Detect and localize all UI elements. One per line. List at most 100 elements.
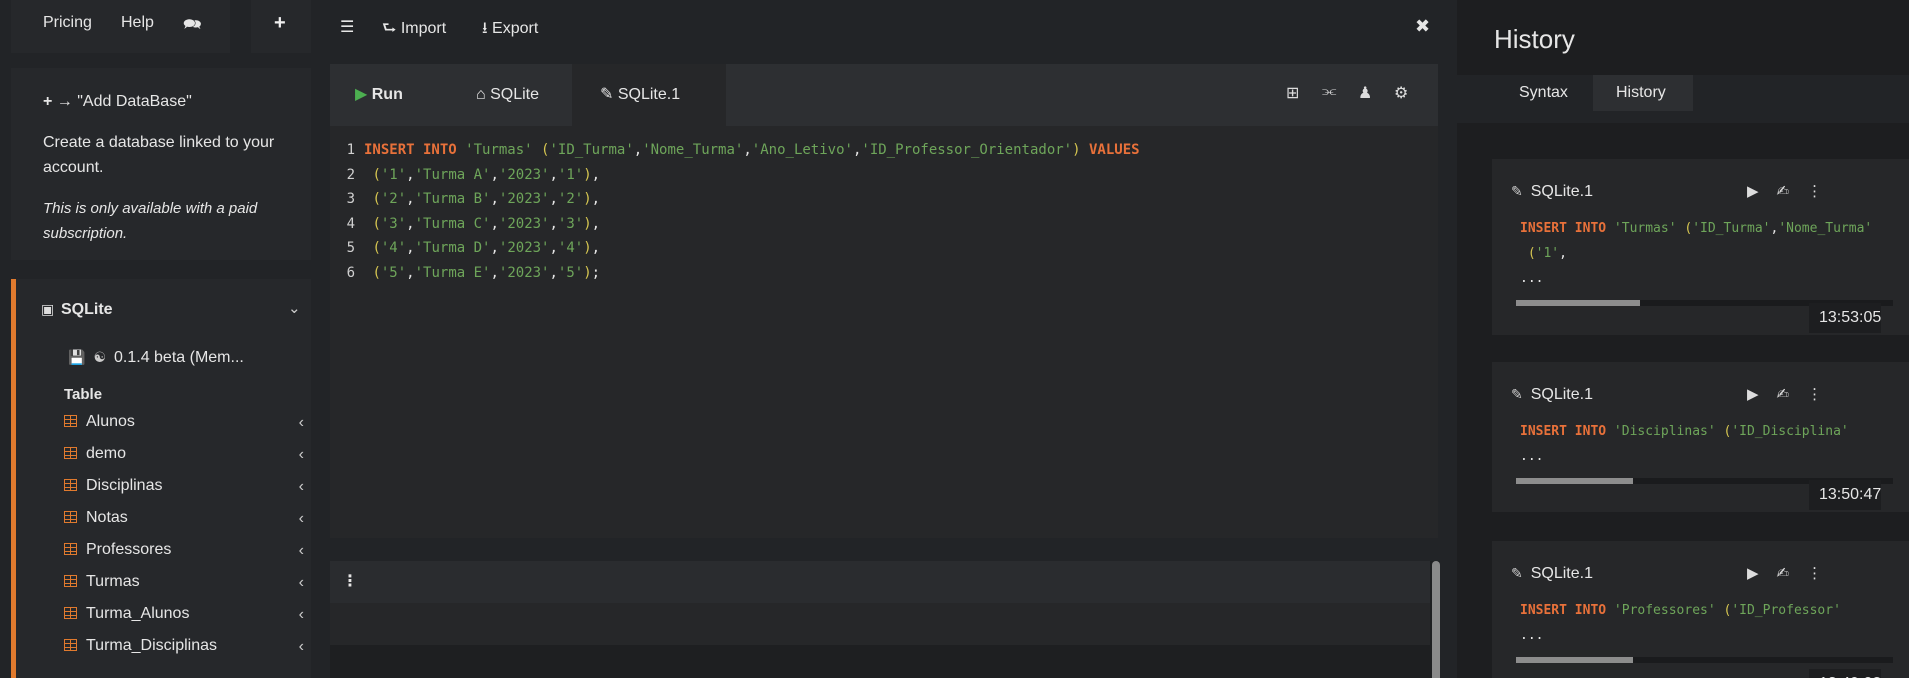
save-icon[interactable]: 💾: [68, 349, 85, 365]
edit-icon[interactable]: ✍: [1777, 183, 1790, 200]
tab-syntax[interactable]: Syntax: [1497, 75, 1605, 111]
history-actions: ▶ ✍ ⋮: [1747, 182, 1822, 200]
code-token: '2': [380, 191, 407, 207]
results-panel: ⋮: [330, 561, 1440, 678]
code-token: ): [583, 166, 592, 183]
code-token: 'Nome_Turma': [642, 142, 744, 158]
code-token: ...: [1520, 449, 1544, 464]
add-button[interactable]: +: [251, 0, 311, 53]
table-name: Turma_Alunos: [86, 605, 190, 622]
export-button[interactable]: ⭳ Export: [482, 17, 538, 44]
line-number: 3: [346, 191, 355, 207]
edit-icon[interactable]: ✍: [1777, 565, 1790, 582]
code-token: 'Turma C': [414, 215, 491, 232]
import-button[interactable]: ⮑ Import: [382, 17, 446, 44]
code-token: ): [583, 191, 592, 207]
menu-icon[interactable]: ☰: [340, 17, 354, 37]
close-icon[interactable]: ✖: [1415, 16, 1430, 37]
code-token: ,: [549, 166, 558, 183]
history-timestamp: 13:50:47: [1809, 480, 1882, 510]
history-tabs: Syntax History: [1457, 75, 1909, 123]
history-progress-fill: [1516, 300, 1641, 306]
more-vertical-icon[interactable]: ⋮: [1807, 565, 1822, 582]
line-number: 4: [346, 215, 355, 232]
play-icon[interactable]: ▶: [1747, 183, 1759, 200]
add-tab-icon[interactable]: ⊞: [1286, 83, 1299, 103]
left-sidebar: Pricing Help 🗪 + + → "Add DataBase" Crea…: [0, 0, 311, 678]
play-icon[interactable]: ▶: [1747, 386, 1759, 403]
results-toolbar: ⋮: [330, 561, 1430, 603]
help-link[interactable]: Help: [121, 14, 154, 32]
chevron-left-icon[interactable]: ‹: [299, 510, 304, 528]
gear-icon[interactable]: ⚙: [1394, 83, 1408, 103]
code-token: 'ID_Turma': [1692, 221, 1771, 236]
table-item[interactable]: Notas ‹: [64, 509, 304, 541]
chevron-left-icon[interactable]: ‹: [299, 574, 304, 592]
code-token: ;: [591, 264, 601, 281]
history-item-header: ✎ SQLite.1: [1511, 565, 1593, 583]
code-token: ...: [1520, 628, 1544, 643]
history-timestamp: 13:49:02: [1809, 669, 1882, 678]
history-progress-fill: [1516, 478, 1633, 484]
code-token: 'ID_Turma': [549, 142, 634, 158]
chevron-left-icon[interactable]: ‹: [299, 638, 304, 656]
history-sidebar: History Syntax History ✎ SQLite.1 ▶ ✍ ⋮ INSER…: [1457, 0, 1909, 678]
code-token: ): [583, 215, 592, 232]
code-token: '1': [557, 166, 584, 183]
code-token: '1': [1535, 246, 1560, 261]
share-icon[interactable]: ⫘: [1322, 83, 1336, 101]
table-item[interactable]: Turmas ‹: [64, 573, 304, 605]
chat-icon[interactable]: 🗪: [183, 14, 202, 39]
pricing-link[interactable]: Pricing: [43, 14, 92, 32]
schema-icon[interactable]: ☯: [93, 349, 106, 365]
code-token: '2023': [498, 215, 550, 232]
history-snippet-line: ...: [1520, 271, 1880, 286]
table-name: Alunos: [86, 413, 135, 430]
database-panel: ▣ SQLite ⌄ 💾 ☯ 0.1.4 beta (Mem... Table Alu…: [11, 279, 311, 678]
table-item[interactable]: Turma_Disciplinas ‹: [64, 637, 304, 669]
code-token: ,: [633, 142, 643, 158]
code-token: 'ID_Professor': [1731, 603, 1841, 618]
tab-history[interactable]: History: [1593, 75, 1693, 111]
table-item[interactable]: Turma_Alunos ‹: [64, 605, 304, 637]
code-token: '3': [557, 215, 584, 232]
user-icon[interactable]: ♟: [1358, 83, 1372, 103]
edit-icon[interactable]: ✍: [1777, 386, 1790, 403]
chevron-left-icon[interactable]: ‹: [299, 478, 304, 496]
chevron-left-icon[interactable]: ‹: [299, 414, 304, 432]
scrollbar[interactable]: [1432, 561, 1440, 678]
code-token: '2023': [498, 166, 550, 183]
more-vertical-icon[interactable]: ⋮: [1807, 386, 1822, 403]
code-token: (: [372, 240, 381, 256]
history-snippet-line: INSERT INTO 'Disciplinas' ('ID_Disciplin…: [1520, 424, 1880, 439]
table-item[interactable]: Disciplinas ‹: [64, 477, 304, 509]
history-actions: ▶ ✍ ⋮: [1747, 564, 1822, 582]
table-item[interactable]: demo ‹: [64, 445, 304, 477]
code-token: 'Turmas': [465, 142, 533, 158]
upload-icon: ⮑: [382, 20, 401, 37]
code-token: ): [1072, 142, 1081, 158]
code-token: ,: [549, 215, 558, 232]
more-vertical-icon[interactable]: ⋮: [342, 571, 358, 591]
chevron-left-icon[interactable]: ‹: [299, 606, 304, 624]
pencil-icon: ✎: [1511, 565, 1523, 581]
code-token: ,: [743, 142, 752, 158]
table-item[interactable]: Professores ‹: [64, 541, 304, 573]
tab-sqlite-1[interactable]: ✎ SQLite.1: [572, 64, 726, 126]
code-token: ,: [490, 240, 499, 256]
chevron-left-icon[interactable]: ‹: [299, 446, 304, 464]
table-item[interactable]: Alunos ‹: [64, 413, 304, 445]
top-toolbar: ☰ ⮑ Import ⭳ Export ✖: [330, 0, 1440, 55]
run-button[interactable]: ▶ Run: [355, 64, 403, 126]
chevron-left-icon[interactable]: ‹: [299, 542, 304, 560]
database-header[interactable]: ▣ SQLite: [41, 301, 113, 319]
code-token: 'ID_Disciplina': [1731, 424, 1849, 439]
code-token: ,: [549, 191, 558, 207]
play-icon[interactable]: ▶: [1747, 565, 1759, 582]
table-icon: [64, 447, 77, 459]
more-vertical-icon[interactable]: ⋮: [1807, 183, 1822, 200]
chevron-down-icon[interactable]: ⌄: [288, 299, 301, 317]
table-name: Professores: [86, 541, 172, 558]
